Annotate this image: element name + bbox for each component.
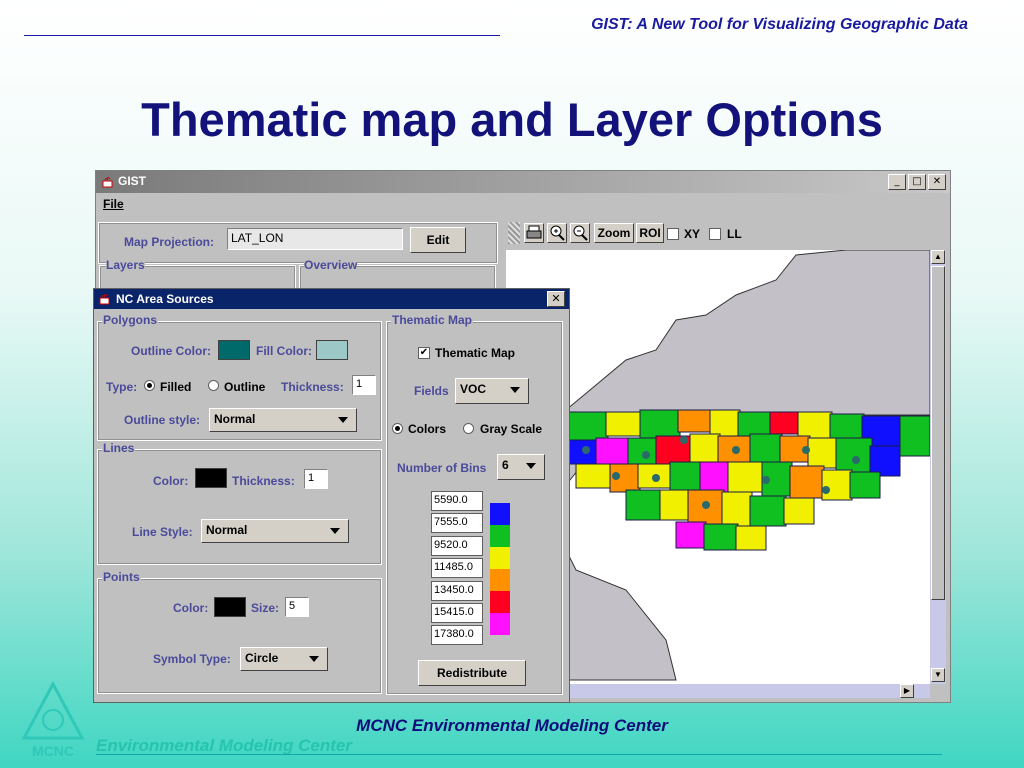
- grayscale-label: Gray Scale: [480, 422, 543, 436]
- dialog-titlebar[interactable]: NC Area Sources ✕: [94, 289, 569, 309]
- edit-button[interactable]: Edit: [410, 227, 466, 253]
- points-group-title: Points: [102, 570, 141, 584]
- polygons-group-title: Polygons: [102, 313, 159, 327]
- zoom-out-icon[interactable]: [570, 223, 590, 243]
- bin-value-field[interactable]: 17380.0: [431, 625, 483, 645]
- bin-color-swatch[interactable]: [490, 613, 510, 635]
- java-cup-icon: [102, 177, 113, 188]
- map-projection-field[interactable]: LAT_LON: [227, 228, 403, 250]
- point-color-swatch[interactable]: [214, 597, 246, 617]
- slide-header: GIST: A New Tool for Visualizing Geograp…: [24, 16, 968, 38]
- filled-radio[interactable]: [144, 380, 155, 391]
- bin-color-swatch[interactable]: [490, 547, 510, 569]
- colors-radio[interactable]: [392, 423, 403, 434]
- scroll-up-button[interactable]: ▲: [931, 250, 945, 264]
- fill-color-label: Fill Color:: [256, 344, 312, 358]
- logo-text: MCNC: [32, 743, 74, 759]
- map-projection-label: Map Projection:: [124, 235, 215, 249]
- polygon-thickness-label: Thickness:: [281, 380, 344, 394]
- number-of-bins-label: Number of Bins: [397, 461, 487, 475]
- footer-watermark: Environmental Modeling Center: [96, 736, 352, 755]
- polygon-thickness-field[interactable]: 1: [352, 375, 376, 395]
- java-cup-icon: [99, 294, 110, 305]
- menubar: File: [96, 193, 950, 215]
- number-of-bins-dropdown[interactable]: 6: [497, 454, 545, 480]
- filled-label: Filled: [160, 380, 192, 394]
- close-button[interactable]: ✕: [928, 174, 946, 190]
- overview-group-title: Overview: [304, 258, 358, 272]
- line-style-label: Line Style:: [132, 525, 193, 539]
- nc-area-sources-dialog: NC Area Sources ✕ Polygons Outline Color…: [93, 288, 570, 703]
- bin-value-field[interactable]: 13450.0: [431, 581, 483, 601]
- scroll-down-button[interactable]: ▼: [931, 668, 945, 682]
- bin-color-swatch[interactable]: [490, 503, 510, 525]
- symbol-type-dropdown[interactable]: Circle: [240, 647, 328, 671]
- footer-text: MCNC Environmental Modeling Center: [356, 716, 668, 735]
- outline-label: Outline: [224, 380, 266, 394]
- ll-checkbox[interactable]: [709, 228, 721, 240]
- xy-checkbox[interactable]: [667, 228, 679, 240]
- outline-color-swatch[interactable]: [218, 340, 250, 360]
- symbol-type-label: Symbol Type:: [153, 652, 231, 666]
- slide-title: Thematic map and Layer Options: [141, 93, 883, 146]
- type-label: Type:: [106, 380, 138, 394]
- thematic-map-checkbox-label: Thematic Map: [435, 346, 516, 360]
- point-size-label: Size:: [251, 601, 280, 615]
- menu-file[interactable]: File: [103, 197, 124, 211]
- outline-style-label: Outline style:: [124, 413, 201, 427]
- colors-label: Colors: [408, 422, 447, 436]
- toolbar-grip[interactable]: [508, 222, 520, 244]
- bin-value-field[interactable]: 11485.0: [431, 558, 483, 578]
- points-group: Points Color: Size: 5 Symbol Type: Circl…: [97, 570, 382, 694]
- bin-value-field[interactable]: 15415.0: [431, 603, 483, 623]
- fields-dropdown[interactable]: VOC: [455, 378, 529, 404]
- lines-group-title: Lines: [102, 441, 136, 455]
- roi-button[interactable]: ROI: [636, 223, 664, 243]
- lines-group: Lines Color: Thickness: 1 Line Style: No…: [97, 441, 382, 565]
- window-title: GIST: [118, 174, 147, 188]
- minimize-button[interactable]: _: [888, 174, 906, 190]
- printer-icon[interactable]: [524, 223, 544, 243]
- grayscale-radio[interactable]: [463, 423, 474, 434]
- layers-group-title: Layers: [106, 258, 145, 272]
- bin-color-swatch[interactable]: [490, 525, 510, 547]
- scroll-right-button[interactable]: ▶: [900, 684, 914, 698]
- map-toolbar: Zoom ROI XY LL: [506, 218, 948, 246]
- zoom-button[interactable]: Zoom: [594, 223, 634, 243]
- fill-color-swatch[interactable]: [316, 340, 348, 360]
- fields-label: Fields: [414, 384, 449, 398]
- bin-color-swatch[interactable]: [490, 591, 510, 613]
- bin-color-swatch[interactable]: [490, 569, 510, 591]
- gist-titlebar[interactable]: GIST _ □ ✕: [96, 171, 950, 193]
- polygons-group: Polygons Outline Color: Fill Color: Type…: [97, 313, 382, 441]
- line-color-swatch[interactable]: [195, 468, 227, 488]
- map-panel: Zoom ROI XY LL ▲ ▼ ▶: [506, 218, 948, 698]
- thematic-map-checkbox[interactable]: ✔: [418, 347, 430, 359]
- line-thickness-field[interactable]: 1: [304, 469, 328, 489]
- outline-style-dropdown[interactable]: Normal: [209, 408, 357, 432]
- bin-value-field[interactable]: 5590.0: [431, 491, 483, 511]
- header-text: GIST: A New Tool for Visualizing Geograp…: [591, 16, 968, 33]
- bin-value-field[interactable]: 9520.0: [431, 536, 483, 556]
- outline-radio[interactable]: [208, 380, 219, 391]
- thematic-map-group-title: Thematic Map: [391, 313, 474, 327]
- maximize-button[interactable]: □: [908, 174, 926, 190]
- dialog-close-button[interactable]: ✕: [547, 291, 565, 307]
- line-style-dropdown[interactable]: Normal: [201, 519, 349, 543]
- outline-color-label: Outline Color:: [131, 344, 211, 358]
- dialog-title: NC Area Sources: [116, 292, 214, 306]
- line-thickness-label: Thickness:: [232, 474, 295, 488]
- vertical-scroll-thumb[interactable]: [931, 266, 945, 600]
- footer-rule: [96, 754, 942, 755]
- header-rule: [24, 35, 500, 36]
- map-vertical-scrollbar[interactable]: ▲ ▼: [930, 250, 946, 684]
- xy-label: XY: [684, 227, 701, 241]
- point-size-field[interactable]: 5: [285, 597, 309, 617]
- line-color-label: Color:: [153, 474, 189, 488]
- zoom-in-icon[interactable]: [547, 223, 567, 243]
- point-color-label: Color:: [173, 601, 209, 615]
- redistribute-button[interactable]: Redistribute: [418, 660, 526, 686]
- bin-value-field[interactable]: 7555.0: [431, 513, 483, 533]
- ll-label: LL: [727, 227, 742, 241]
